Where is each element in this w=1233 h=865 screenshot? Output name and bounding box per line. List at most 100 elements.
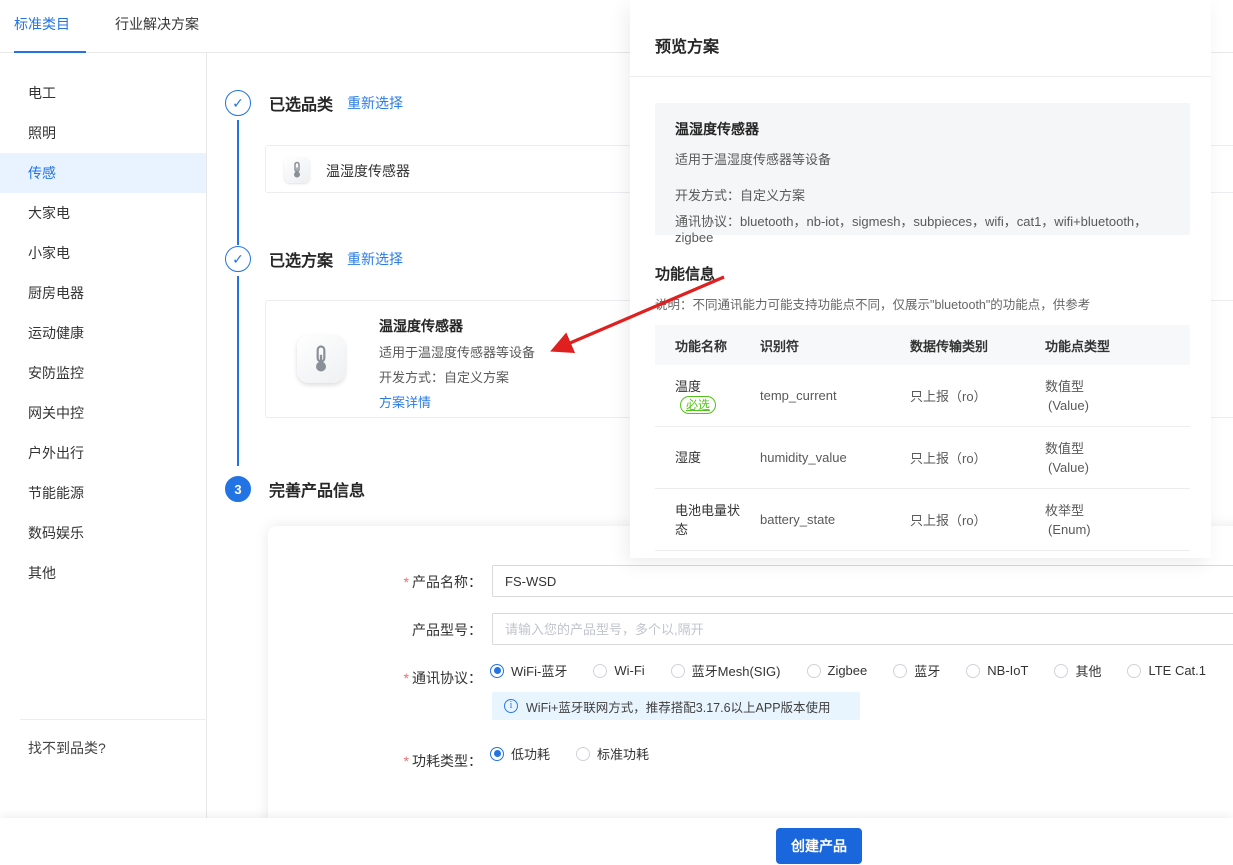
sidebar-list: 电工照明传感大家电小家电厨房电器运动健康安防监控网关中控户外出行节能能源数码娱乐… bbox=[0, 53, 206, 593]
radio-icon[interactable] bbox=[490, 747, 504, 761]
radio-label: LTE Cat.1 bbox=[1148, 663, 1206, 678]
radio-label: 低功耗 bbox=[511, 744, 550, 763]
function-identifier: temp_current bbox=[760, 388, 910, 403]
protocol-radio-option-2[interactable]: 蓝牙Mesh(SIG) bbox=[671, 661, 781, 680]
radio-icon[interactable] bbox=[966, 664, 980, 678]
step2-check-icon: ✓ bbox=[225, 246, 251, 272]
protocol-radio-option-1[interactable]: Wi-Fi bbox=[593, 663, 644, 678]
footer-bar: 创建产品 bbox=[0, 818, 1233, 865]
functions-note: 说明：不同通讯能力可能支持功能点不同，仅展示"bluetooth"的功能点，供参… bbox=[655, 294, 1090, 313]
preview-title: 预览方案 bbox=[655, 33, 719, 57]
radio-label: Zigbee bbox=[828, 663, 868, 678]
sidebar-item-12[interactable]: 其他 bbox=[0, 553, 206, 593]
required-tag: 必选 bbox=[680, 396, 716, 414]
function-transfer-type: 只上报（ro） bbox=[910, 386, 1045, 405]
sidebar-item-3[interactable]: 大家电 bbox=[0, 193, 206, 233]
sidebar-item-5[interactable]: 厨房电器 bbox=[0, 273, 206, 313]
sidebar-item-2[interactable]: 传感 bbox=[0, 153, 206, 193]
radio-label: 标准功耗 bbox=[597, 744, 649, 763]
radio-icon[interactable] bbox=[671, 664, 685, 678]
product-name-input[interactable] bbox=[492, 565, 1233, 597]
function-identifier: humidity_value bbox=[760, 450, 910, 465]
preview-solution-desc: 适用于温湿度传感器等设备 bbox=[675, 149, 1170, 168]
step2-reselect-link[interactable]: 重新选择 bbox=[347, 249, 403, 269]
radio-label: Wi-Fi bbox=[614, 663, 644, 678]
power-radio-option-0[interactable]: 低功耗 bbox=[490, 744, 550, 763]
sidebar-item-4[interactable]: 小家电 bbox=[0, 233, 206, 273]
power-radio-group: 低功耗 标准功耗 bbox=[490, 744, 649, 763]
solution-detail-link[interactable]: 方案详情 bbox=[379, 392, 535, 411]
radio-icon[interactable] bbox=[893, 664, 907, 678]
radio-icon[interactable] bbox=[593, 664, 607, 678]
solution-dev-mode: 开发方式：自定义方案 bbox=[379, 367, 535, 386]
protocol-radio-option-4[interactable]: 蓝牙 bbox=[893, 661, 940, 680]
radio-icon[interactable] bbox=[1127, 664, 1141, 678]
function-name: 电池电量状态 bbox=[675, 501, 749, 539]
sidebar-item-10[interactable]: 节能能源 bbox=[0, 473, 206, 513]
preview-solution-name: 温湿度传感器 bbox=[675, 119, 1170, 139]
function-transfer-type: 只上报（ro） bbox=[910, 510, 1045, 529]
step2-header: ✓ 已选方案 重新选择 bbox=[225, 246, 403, 272]
product-model-input[interactable] bbox=[492, 613, 1233, 645]
functions-table: 功能名称 识别符 数据传输类别 功能点类型 温度必选temp_current只上… bbox=[655, 325, 1190, 551]
sidebar-item-6[interactable]: 运动健康 bbox=[0, 313, 206, 353]
function-row-0: 温度必选 temp_current只上报（ro）数值型(Value) bbox=[655, 365, 1190, 427]
solution-desc: 适用于温湿度传感器等设备 bbox=[379, 342, 535, 361]
sidebar-item-8[interactable]: 网关中控 bbox=[0, 393, 206, 433]
radio-icon[interactable] bbox=[490, 664, 504, 678]
preview-divider bbox=[630, 76, 1211, 77]
protocol-radio-option-3[interactable]: Zigbee bbox=[807, 663, 868, 678]
sidebar-item-0[interactable]: 电工 bbox=[0, 73, 206, 113]
col-transfer-type: 数据传输类别 bbox=[910, 336, 1045, 355]
protocol-radio-option-7[interactable]: LTE Cat.1 bbox=[1127, 663, 1206, 678]
required-asterisk: * bbox=[404, 670, 409, 686]
tab-industry-solution[interactable]: 行业解决方案 bbox=[115, 14, 199, 34]
sidebar-item-11[interactable]: 数码娱乐 bbox=[0, 513, 206, 553]
step-connector-1 bbox=[237, 120, 239, 245]
product-model-label: 产品型号： bbox=[330, 620, 482, 640]
protocol-label: *通讯协议： bbox=[330, 668, 482, 688]
sidebar-divider bbox=[20, 719, 207, 720]
tab-standard-category[interactable]: 标准类目 bbox=[14, 14, 70, 34]
radio-icon[interactable] bbox=[1054, 664, 1068, 678]
sidebar-item-1[interactable]: 照明 bbox=[0, 113, 206, 153]
required-asterisk: * bbox=[404, 753, 409, 769]
step1-reselect-link[interactable]: 重新选择 bbox=[347, 93, 403, 113]
radio-label: WiFi-蓝牙 bbox=[511, 661, 567, 680]
category-not-found-link[interactable]: 找不到品类? bbox=[28, 738, 106, 758]
sidebar-item-7[interactable]: 安防监控 bbox=[0, 353, 206, 393]
col-identifier: 识别符 bbox=[760, 336, 910, 355]
protocol-radio-option-5[interactable]: NB-IoT bbox=[966, 663, 1028, 678]
radio-icon[interactable] bbox=[807, 664, 821, 678]
radio-label: 蓝牙Mesh(SIG) bbox=[692, 661, 781, 680]
step1-check-icon: ✓ bbox=[225, 90, 251, 116]
create-product-button[interactable]: 创建产品 bbox=[776, 828, 862, 864]
step3-header: 3 完善产品信息 bbox=[225, 476, 365, 502]
function-datapoint-type: 枚举型(Enum) bbox=[1045, 501, 1190, 539]
protocol-radio-group: WiFi-蓝牙 Wi-Fi 蓝牙Mesh(SIG) Zigbee 蓝牙 NB-IoT 其他 L… bbox=[490, 661, 1206, 680]
function-transfer-type: 只上报（ro） bbox=[910, 448, 1045, 467]
solution-name: 温湿度传感器 bbox=[379, 316, 535, 336]
power-radio-option-1[interactable]: 标准功耗 bbox=[576, 744, 649, 763]
power-type-label: *功耗类型： bbox=[330, 751, 482, 771]
protocol-radio-option-6[interactable]: 其他 bbox=[1054, 661, 1101, 680]
step3-title: 完善产品信息 bbox=[269, 477, 365, 501]
selected-category-name: 温湿度传感器 bbox=[326, 161, 410, 181]
thermometer-icon bbox=[297, 335, 345, 383]
category-sidebar: 电工照明传感大家电小家电厨房电器运动健康安防监控网关中控户外出行节能能源数码娱乐… bbox=[0, 53, 207, 818]
solution-card-text: 温湿度传感器 适用于温湿度传感器等设备 开发方式：自定义方案 方案详情 bbox=[379, 316, 535, 411]
protocol-info-banner: i WiFi+蓝牙联网方式，推荐搭配3.17.6以上APP版本使用 bbox=[492, 692, 860, 720]
radio-icon[interactable] bbox=[576, 747, 590, 761]
functions-section-title: 功能信息 bbox=[655, 263, 715, 284]
function-identifier: battery_state bbox=[760, 512, 910, 527]
function-datapoint-type: 数值型(Value) bbox=[1045, 377, 1190, 415]
preview-solution-card: 温湿度传感器 适用于温湿度传感器等设备 开发方式：自定义方案 通讯协议：blue… bbox=[655, 103, 1190, 235]
function-name: 温度 bbox=[675, 377, 749, 396]
function-row-1: 湿度humidity_value只上报（ro）数值型(Value) bbox=[655, 427, 1190, 489]
step3-number-badge: 3 bbox=[225, 476, 251, 502]
sidebar-item-9[interactable]: 户外出行 bbox=[0, 433, 206, 473]
preview-dev-mode: 开发方式：自定义方案 bbox=[675, 185, 1170, 204]
protocol-radio-option-0[interactable]: WiFi-蓝牙 bbox=[490, 661, 567, 680]
function-datapoint-type: 数值型(Value) bbox=[1045, 439, 1190, 477]
radio-label: 其他 bbox=[1075, 661, 1101, 680]
